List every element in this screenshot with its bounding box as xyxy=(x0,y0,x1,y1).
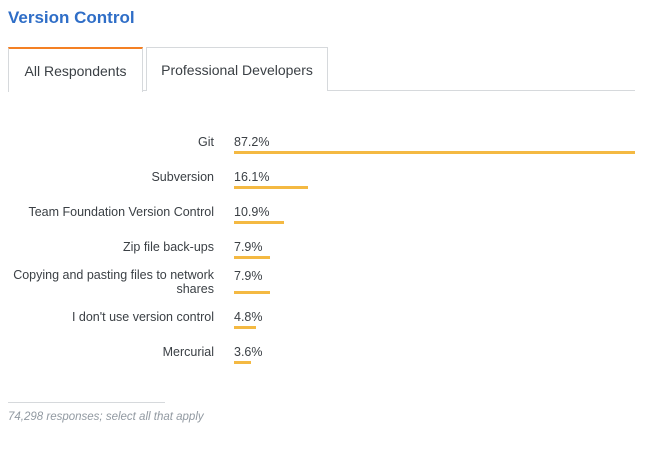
bar xyxy=(234,256,270,259)
bar-category-label: Subversion xyxy=(151,170,214,184)
bar xyxy=(234,326,256,329)
bar-category-label: Git xyxy=(198,135,214,149)
footnote: 74,298 responses; select all that apply xyxy=(8,411,204,423)
bar-value-label: 16.1% xyxy=(234,170,270,184)
bar-row: I don't use version control 4.8% xyxy=(0,310,654,345)
bar-row: Mercurial 3.6% xyxy=(0,345,654,380)
bar-value-label: 7.9% xyxy=(234,269,263,283)
bar-value-label: 7.9% xyxy=(234,240,263,254)
bar xyxy=(234,221,284,224)
bar-chart: Git 87.2% Subversion 16.1% Team Foundation V… xyxy=(0,0,654,453)
footnote-divider xyxy=(8,402,165,403)
bar-row: Copying and pasting files to network sha… xyxy=(0,268,654,310)
bar-row: Team Foundation Version Control 10.9% xyxy=(0,205,654,240)
bar xyxy=(234,186,308,189)
bar-category-label: Copying and pasting files to network sha… xyxy=(13,268,214,296)
bar xyxy=(234,151,635,154)
bar-category-label: Team Foundation Version Control xyxy=(28,205,214,219)
bar-row: Subversion 16.1% xyxy=(0,170,654,205)
bar-value-label: 4.8% xyxy=(234,310,263,324)
bar-category-label: Mercurial xyxy=(162,345,214,359)
bar xyxy=(234,291,270,294)
bar-value-label: 87.2% xyxy=(234,135,270,149)
bar-category-label: I don't use version control xyxy=(71,310,214,324)
bar-value-label: 3.6% xyxy=(234,345,263,359)
bar-category-label: Zip file back-ups xyxy=(122,240,214,254)
bar xyxy=(234,361,251,364)
bar-row: Git 87.2% xyxy=(0,135,654,170)
bar-value-label: 10.9% xyxy=(234,205,270,219)
